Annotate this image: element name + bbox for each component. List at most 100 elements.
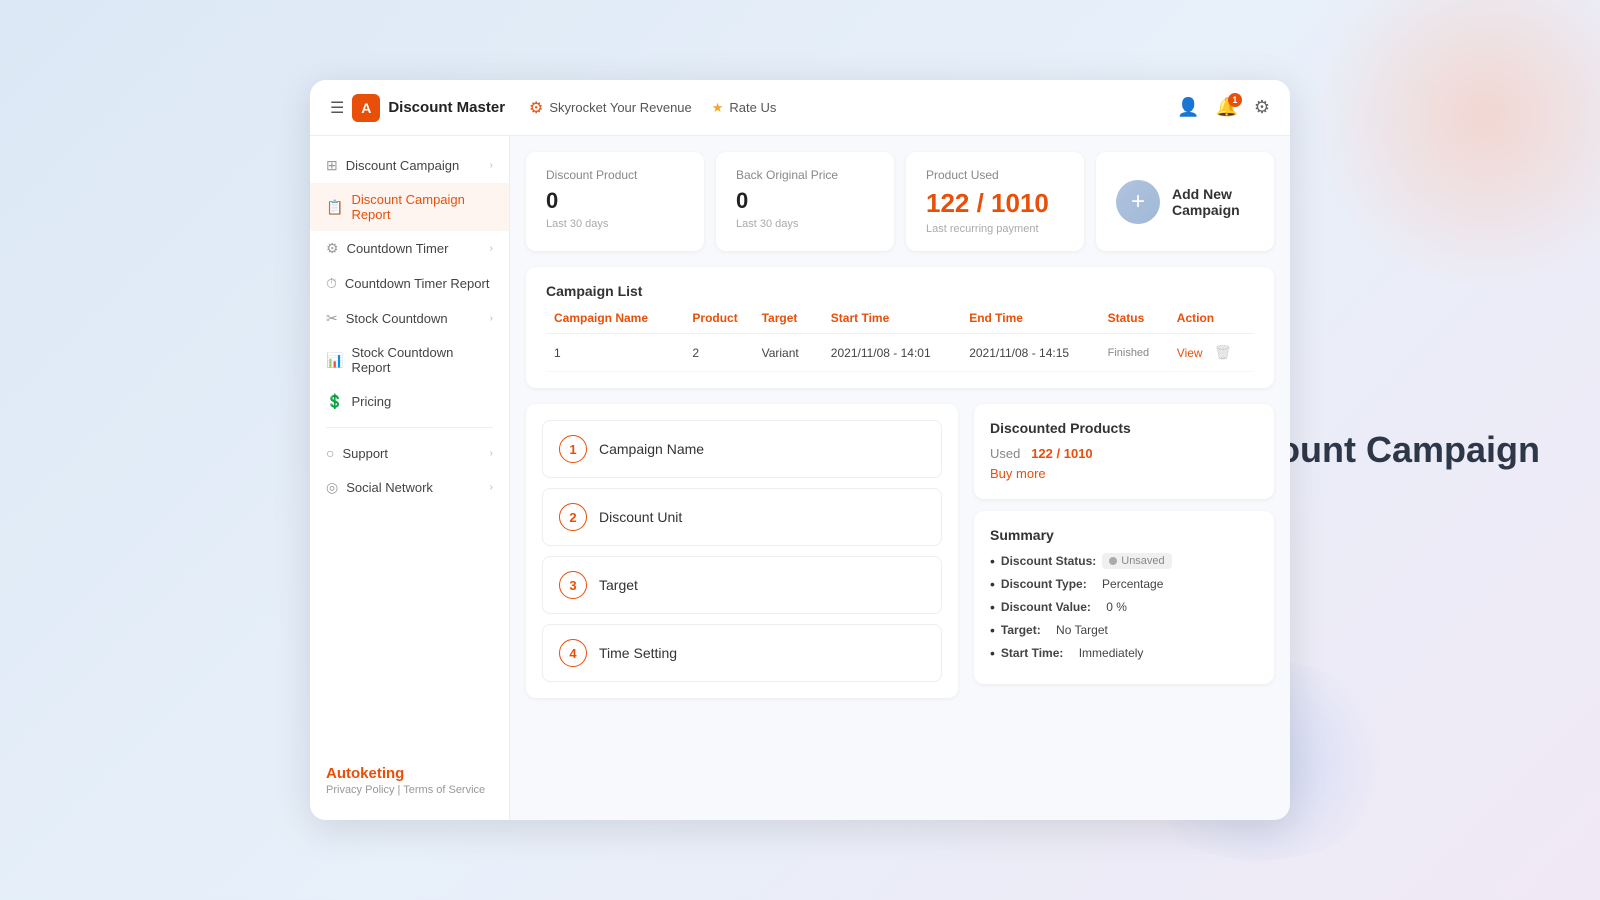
countdown-timer-icon: ⚙ <box>326 240 339 257</box>
step-label-2: Discount Unit <box>599 509 682 525</box>
discount-product-value: 0 <box>546 188 684 214</box>
unsaved-badge: Unsaved <box>1102 553 1171 569</box>
back-original-label: Back Original Price <box>736 168 874 182</box>
form-steps-card: 1 Campaign Name 2 Discount Unit 3 Target… <box>526 404 958 698</box>
step-target[interactable]: 3 Target <box>542 556 942 614</box>
used-label: Used <box>990 446 1020 461</box>
campaign-list-title: Campaign List <box>546 283 1254 299</box>
timer-report-icon: ⏱ <box>326 275 337 292</box>
used-value: 122 / 1010 <box>1031 446 1092 461</box>
header-nav: ⚙ Skyrocket Your Revenue ★ Rate Us <box>529 98 776 118</box>
step-num-4: 4 <box>559 639 587 667</box>
stock-report-icon: 📊 <box>326 352 343 369</box>
sidebar-brand: Autoketing <box>326 765 493 782</box>
step-discount-unit[interactable]: 2 Discount Unit <box>542 488 942 546</box>
privacy-policy-link[interactable]: Privacy Policy <box>326 784 394 796</box>
pricing-icon: 💲 <box>326 393 343 410</box>
stats-row: Discount Product 0 Last 30 days Back Ori… <box>526 152 1274 251</box>
plus-icon: + <box>1131 190 1145 214</box>
sidebar-item-support[interactable]: ○ Support › <box>310 436 509 470</box>
discount-campaign-icon: ⊞ <box>326 157 338 174</box>
row-start-time: 2021/11/08 - 14:01 <box>831 346 969 360</box>
summary-val-target: No Target <box>1056 623 1108 637</box>
settings-icon-btn[interactable]: ⚙ <box>1254 97 1270 118</box>
step-campaign-name[interactable]: 1 Campaign Name <box>542 420 942 478</box>
sidebar-item-label: Pricing <box>351 394 493 409</box>
summary-key-status: Discount Status: <box>1001 554 1096 568</box>
sidebar-item-label: Support <box>342 446 481 461</box>
th-status: Status <box>1108 311 1177 325</box>
rate-us-nav-item[interactable]: ★ Rate Us <box>712 100 777 116</box>
sidebar-item-label: Discount Campaign <box>346 158 482 173</box>
view-action-btn[interactable]: View <box>1177 346 1203 360</box>
skyrocket-label: Skyrocket Your Revenue <box>549 100 691 115</box>
sidebar-item-label: Stock Countdown <box>346 311 482 326</box>
step-time-setting[interactable]: 4 Time Setting <box>542 624 942 682</box>
row-status: Finished <box>1108 347 1177 359</box>
row-end-time: 2021/11/08 - 14:15 <box>969 346 1107 360</box>
sidebar-item-label: Discount Campaign Report <box>351 192 493 222</box>
summary-title: Summary <box>990 527 1258 543</box>
rate-us-label: Rate Us <box>729 100 776 115</box>
buy-more-link[interactable]: Buy more <box>990 466 1046 481</box>
step-label-1: Campaign Name <box>599 441 704 457</box>
bell-icon-btn[interactable]: 🔔 1 <box>1215 97 1237 118</box>
step-num-1: 1 <box>559 435 587 463</box>
summary-item-start-time: Start Time: Immediately <box>990 645 1258 661</box>
row-product: 2 <box>692 346 761 360</box>
summary-item-discount-value: Discount Value: 0 % <box>990 599 1258 615</box>
product-used-card: Product Used 122 / 1010 Last recurring p… <box>906 152 1084 251</box>
hamburger-icon[interactable]: ☰ <box>330 98 344 118</box>
sidebar-item-discount-campaign[interactable]: ⊞ Discount Campaign › <box>310 148 509 183</box>
discount-product-label: Discount Product <box>546 168 684 182</box>
summary-val-value: 0 % <box>1106 600 1127 614</box>
chevron-right-icon: › <box>490 482 493 493</box>
add-new-campaign-card[interactable]: + Add New Campaign <box>1096 152 1274 251</box>
delete-action-btn[interactable]: 🗑 <box>1214 344 1232 360</box>
sidebar-links: Privacy Policy | Terms of Service <box>326 784 493 796</box>
sidebar-item-countdown-timer-report[interactable]: ⏱ Countdown Timer Report <box>310 266 509 301</box>
row-campaign-name: 1 <box>554 346 692 360</box>
product-used-sub: Last recurring payment <box>926 223 1064 235</box>
back-original-card: Back Original Price 0 Last 30 days <box>716 152 894 251</box>
skyrocket-nav-item[interactable]: ⚙ Skyrocket Your Revenue <box>529 98 692 118</box>
sidebar-item-countdown-timer[interactable]: ⚙ Countdown Timer › <box>310 231 509 266</box>
chevron-right-icon: › <box>490 243 493 254</box>
product-used-value: 122 / 1010 <box>926 188 1064 219</box>
header-left: ☰ A Discount Master <box>330 94 505 122</box>
header-right: 👤 🔔 1 ⚙ <box>1177 97 1270 118</box>
right-cards: Discounted Products Used 122 / 1010 Buy … <box>974 404 1274 698</box>
sidebar-item-stock-countdown-report[interactable]: 📊 Stock Countdown Report <box>310 336 509 384</box>
used-row: Used 122 / 1010 <box>990 446 1258 461</box>
add-new-label: Add New Campaign <box>1172 186 1254 218</box>
row-target: Variant <box>762 346 831 360</box>
sidebar-item-pricing[interactable]: 💲 Pricing <box>310 384 509 419</box>
lower-section: 1 Campaign Name 2 Discount Unit 3 Target… <box>526 404 1274 698</box>
back-original-sub: Last 30 days <box>736 218 874 230</box>
summary-key-value: Discount Value: <box>1001 600 1091 614</box>
terms-of-service-link[interactable]: Terms of Service <box>403 784 485 796</box>
sidebar-item-discount-campaign-report[interactable]: 📋 Discount Campaign Report <box>310 183 509 231</box>
back-original-value: 0 <box>736 188 874 214</box>
step-num-3: 3 <box>559 571 587 599</box>
campaign-table: Campaign Name Product Target Start Time … <box>546 311 1254 372</box>
discounted-products-card: Discounted Products Used 122 / 1010 Buy … <box>974 404 1274 499</box>
step-label-3: Target <box>599 577 638 593</box>
add-campaign-circle-btn[interactable]: + <box>1116 180 1160 224</box>
summary-key-target: Target: <box>1001 623 1041 637</box>
skyrocket-icon: ⚙ <box>529 98 543 118</box>
product-used-label: Product Used <box>926 168 1064 182</box>
sidebar-item-stock-countdown[interactable]: ✂ Stock Countdown › <box>310 301 509 336</box>
step-label-4: Time Setting <box>599 645 677 661</box>
user-icon-btn[interactable]: 👤 <box>1177 97 1199 118</box>
sidebar-item-social-network[interactable]: ◎ Social Network › <box>310 470 509 505</box>
th-action: Action <box>1177 311 1246 325</box>
summary-item-discount-type: Discount Type: Percentage <box>990 576 1258 592</box>
social-network-icon: ◎ <box>326 479 338 496</box>
summary-key-start-time: Start Time: <box>1001 646 1063 660</box>
logo-icon: A <box>352 94 380 122</box>
chevron-right-icon: › <box>490 448 493 459</box>
support-icon: ○ <box>326 445 334 461</box>
discount-product-sub: Last 30 days <box>546 218 684 230</box>
th-end-time: End Time <box>969 311 1107 325</box>
